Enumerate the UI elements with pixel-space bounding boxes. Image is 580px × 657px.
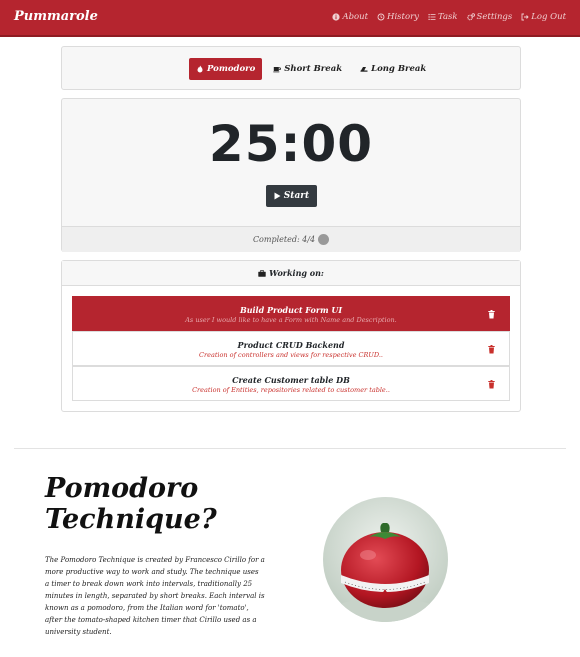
nav-settings-label: Settings	[476, 12, 513, 22]
task-item[interactable]: Build Product Form UI As user I would li…	[72, 296, 510, 331]
task-title: Build Product Form UI	[239, 305, 343, 315]
mode-tabs: Pomodoro Short Break Long Break	[189, 58, 433, 80]
nav-about[interactable]: About	[332, 12, 368, 22]
tomato-timer-image	[323, 497, 448, 622]
nav-links: About History Task Settings Log Out	[332, 12, 566, 22]
start-button-label: Start	[283, 191, 310, 201]
briefcase-icon	[258, 269, 266, 277]
tomato-icon	[318, 234, 330, 245]
task-title: Create Customer table DB	[232, 375, 350, 385]
timer-display: 25:00	[208, 115, 374, 173]
completed-count: Completed: 4/4	[252, 235, 316, 244]
top-navbar: Pummarole About History Task Settings Lo…	[0, 0, 580, 37]
play-icon	[274, 192, 281, 200]
task-item[interactable]: Create Customer table DB Creation of Ent…	[72, 366, 510, 401]
tab-pomodoro-label: Pomodoro	[207, 64, 256, 74]
info-icon	[332, 13, 341, 21]
task-description: Creation of controllers and views for re…	[199, 351, 383, 359]
task-item[interactable]: Product CRUD Backend Creation of control…	[72, 331, 510, 366]
mode-tabs-card: Pomodoro Short Break Long Break	[61, 46, 521, 90]
history-icon	[377, 13, 385, 21]
nav-about-label: About	[342, 12, 369, 22]
nav-logout-label: Log Out	[531, 12, 566, 22]
tasks-card: Working on: Build Product Form UI As use…	[61, 260, 521, 412]
couch-icon	[360, 67, 368, 72]
trash-icon[interactable]	[488, 380, 495, 389]
fire-icon	[197, 65, 203, 73]
about-title: Pomodoro Technique?	[45, 473, 217, 535]
completed-footer: Completed: 4/4	[62, 226, 520, 252]
timer-card: 25:00 Start Completed: 4/4	[61, 98, 521, 252]
section-divider	[14, 448, 566, 449]
tasks-header: Working on:	[62, 261, 520, 286]
nav-history[interactable]: History	[377, 12, 419, 22]
nav-task-label: Task	[437, 12, 458, 22]
gears-icon	[466, 13, 475, 21]
task-description: Creation of Entities, repositories relat…	[192, 386, 390, 394]
sign-out-icon	[521, 13, 529, 21]
list-icon	[428, 14, 436, 20]
nav-settings[interactable]: Settings	[466, 12, 513, 22]
nav-logout[interactable]: Log Out	[521, 12, 566, 22]
tab-short-break-label: Short Break	[284, 64, 343, 74]
task-description: As user I would like to have a Form with…	[185, 316, 397, 324]
trash-icon[interactable]	[488, 310, 495, 319]
nav-task[interactable]: Task	[428, 12, 458, 22]
tab-short-break[interactable]: Short Break	[266, 58, 349, 80]
tab-pomodoro[interactable]: Pomodoro	[189, 58, 263, 80]
coffee-icon	[273, 67, 282, 73]
task-title: Product CRUD Backend	[237, 340, 345, 350]
tomato-timer-illustration	[323, 497, 448, 622]
tab-long-break[interactable]: Long Break	[353, 58, 433, 80]
start-button[interactable]: Start	[266, 185, 317, 207]
about-text: The Pomodoro Technique is created by Fra…	[45, 556, 265, 636]
tab-long-break-label: Long Break	[371, 64, 427, 74]
tasks-header-label: Working on:	[269, 268, 324, 278]
trash-icon[interactable]	[488, 345, 495, 354]
brand-logo[interactable]: Pummarole	[14, 9, 98, 24]
nav-history-label: History	[387, 12, 419, 22]
